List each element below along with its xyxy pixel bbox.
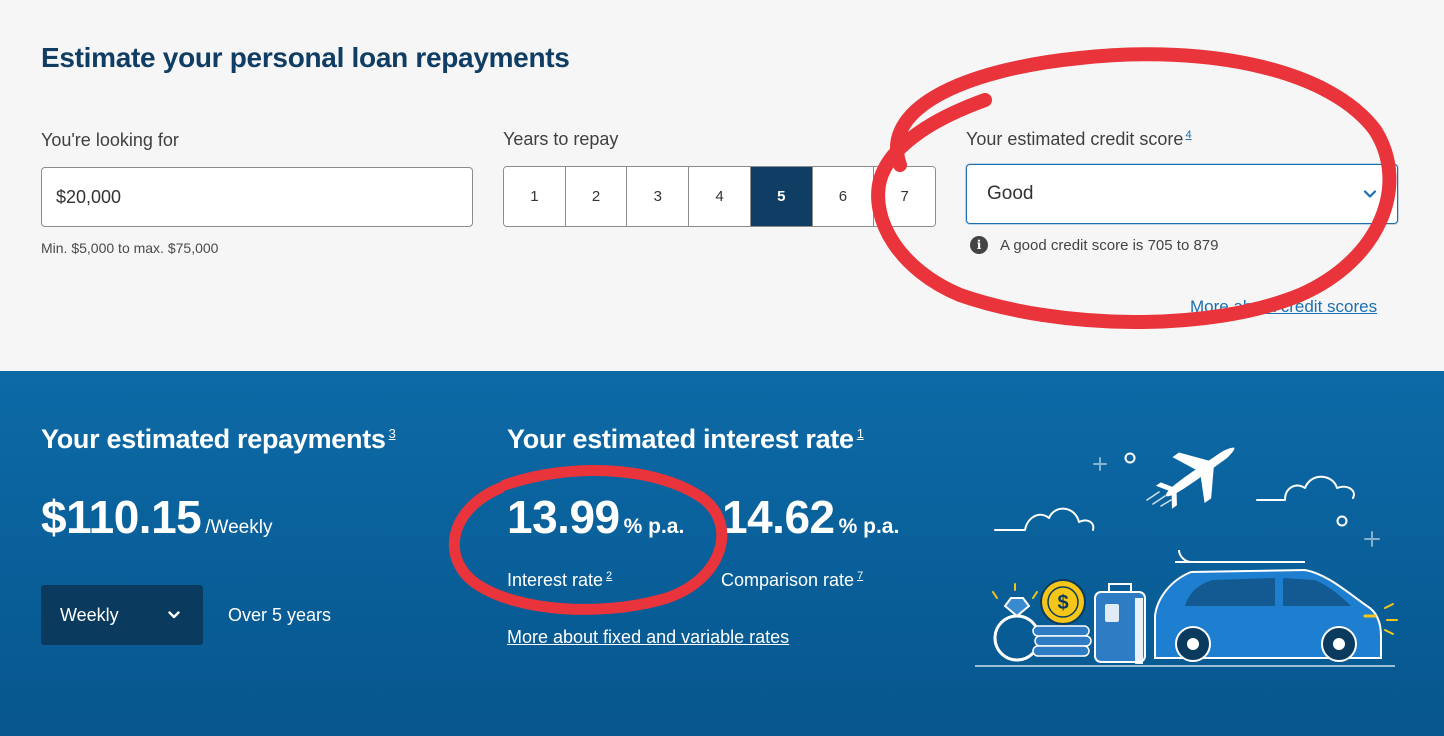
repayment-amount: $110.15 [41,491,202,543]
cloud-right-icon [1256,475,1355,501]
comparison-rate-label: Comparison rate 7 [721,570,863,591]
cloud-left-icon [994,507,1095,531]
comparison-rate-value: 14.62 [722,491,835,543]
interest-heading: Your estimated interest rate 1 [507,424,864,455]
years-selector: 1 2 3 4 5 6 7 [503,166,936,227]
credit-info-text: A good credit score is 705 to 879 [1000,236,1219,254]
chevron-down-icon [1363,190,1377,198]
repayment-amount-row: $110.15/Weekly [41,490,272,544]
credit-score-value: Good [987,183,1034,204]
year-option-4[interactable]: 4 [689,167,751,226]
ring-icon [992,583,1041,662]
year-option-7[interactable]: 7 [874,167,935,226]
duration-text: Over 5 years [228,605,332,625]
year-option-3[interactable]: 3 [627,167,690,226]
amount-value: $20,000 [56,186,122,207]
amount-hint: Min. $5,000 to max. $75,000 [41,240,219,256]
interest-rate-footnote-link[interactable]: 2 [606,570,612,582]
more-about-credit-scores-link[interactable]: More about credit scores [1190,297,1377,317]
more-about-rates-link[interactable]: More about fixed and variable rates [507,627,789,648]
repayments-heading: Your estimated repayments 3 [41,424,396,455]
repayments-footnote-link[interactable]: 3 [389,426,396,441]
interest-rate-value-row: 13.99% p.a. [507,490,684,544]
frequency-value: Weekly [60,604,119,625]
year-option-6[interactable]: 6 [812,167,875,226]
info-icon: i [970,236,988,254]
year-option-5-selected[interactable]: 5 [750,167,813,226]
credit-score-label: Your estimated credit score 4 [966,129,1192,150]
interest-rate-label: Interest rate 2 [507,570,612,591]
interest-rate-value: 13.99 [507,491,620,543]
repayment-unit: /Weekly [205,517,273,538]
interest-rate-label-text: Interest rate [507,570,604,590]
interest-footnote-link[interactable]: 1 [857,426,864,441]
amount-input[interactable]: $20,000 [41,167,473,227]
comparison-rate-unit: % p.a. [838,515,900,538]
year-option-1[interactable]: 1 [504,167,566,226]
page-title: Estimate your personal loan repayments [41,42,570,73]
coin-stack-icon: $ [1032,579,1092,657]
comparison-rate-value-row: 14.62% p.a. [722,490,899,544]
travel-car-illustration: $ [975,447,1398,667]
amount-label: You're looking for [41,130,179,150]
sparkle-plus-icon [1093,457,1107,471]
year-option-2[interactable]: 2 [565,167,628,226]
frequency-select[interactable]: Weekly [41,585,203,645]
credit-footnote-link[interactable]: 4 [1185,129,1191,141]
credit-info-row: i A good credit score is 705 to 879 [970,236,1218,254]
comparison-rate-footnote-link[interactable]: 7 [857,570,863,582]
luggage-icon [1094,583,1146,664]
sparkle-circle-icon [1336,515,1348,527]
sparkle-circle-icon [1124,452,1136,464]
credit-score-label-text: Your estimated credit score [966,129,1184,149]
coin-symbol: $ [1057,592,1068,614]
comparison-rate-label-text: Comparison rate [721,570,855,590]
interest-rate-unit: % p.a. [623,515,685,538]
repayments-heading-text: Your estimated repayments [41,424,386,454]
sparkle-plus-icon [1364,531,1380,547]
airplane-icon [1155,447,1235,509]
years-label: Years to repay [503,129,619,149]
credit-score-select[interactable]: Good [966,164,1398,224]
car-icon [1154,549,1398,662]
chevron-down-icon [168,611,180,619]
interest-heading-text: Your estimated interest rate [507,424,854,454]
